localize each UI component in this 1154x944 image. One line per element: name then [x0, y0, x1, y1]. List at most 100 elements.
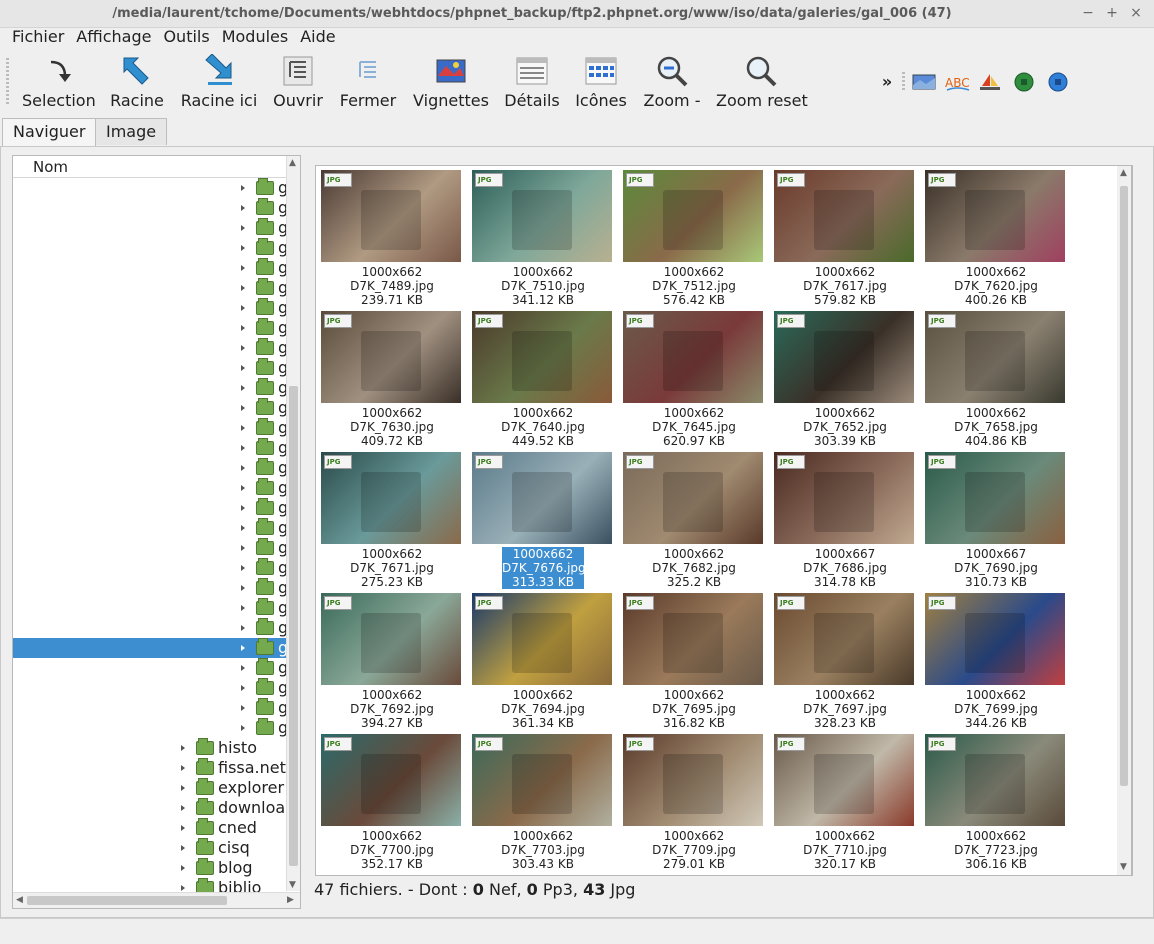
- tree-item-gallery[interactable]: g: [13, 338, 287, 358]
- details-button[interactable]: Détails: [504, 54, 560, 110]
- expand-arrow-icon[interactable]: [241, 625, 245, 631]
- tree-item-gallery[interactable]: g: [13, 718, 287, 738]
- tree-item-folder[interactable]: explorer: [13, 778, 287, 798]
- gallery-scroll-thumb[interactable]: [1120, 186, 1128, 786]
- tree-item-gallery[interactable]: g: [13, 458, 287, 478]
- expand-arrow-icon[interactable]: [181, 805, 185, 811]
- tree-item-gallery[interactable]: g: [13, 278, 287, 298]
- tree-scroll-thumb[interactable]: [289, 386, 298, 866]
- tree-item-gallery[interactable]: g: [13, 378, 287, 398]
- expand-arrow-icon[interactable]: [181, 865, 185, 871]
- thumbnail-item[interactable]: JPG 1000x667 D7K_7690.jpg 310.73 KB: [925, 452, 1067, 589]
- tree-item-gallery[interactable]: g: [13, 578, 287, 598]
- fermer-button[interactable]: Fermer: [338, 54, 398, 110]
- thumbnail-item[interactable]: JPG 1000x667 D7K_7686.jpg 314.78 KB: [774, 452, 916, 589]
- tree-item-gallery[interactable]: g: [13, 258, 287, 278]
- expand-arrow-icon[interactable]: [241, 705, 245, 711]
- tree-item-gallery[interactable]: g: [13, 198, 287, 218]
- toolbar-grip[interactable]: [6, 58, 9, 106]
- expand-arrow-icon[interactable]: [241, 385, 245, 391]
- tree-item-gallery[interactable]: g: [13, 698, 287, 718]
- expand-arrow-icon[interactable]: [241, 325, 245, 331]
- expand-arrow-icon[interactable]: [181, 785, 185, 791]
- folder-tree[interactable]: Nom gggggggggggggggggggggggggggghistofis…: [12, 155, 301, 909]
- expand-arrow-icon[interactable]: [181, 825, 185, 831]
- selection-button[interactable]: Selection: [22, 54, 96, 110]
- expand-arrow-icon[interactable]: [241, 445, 245, 451]
- green-dot-icon[interactable]: [1012, 72, 1036, 92]
- thumbnail-item[interactable]: JPG 1000x662 D7K_7658.jpg 404.86 KB: [925, 311, 1067, 448]
- sailboat-icon[interactable]: [978, 72, 1002, 92]
- gallery-scroll-down-arrow-icon[interactable]: ▼: [1120, 862, 1127, 872]
- tree-item-gallery[interactable]: g: [13, 418, 287, 438]
- expand-arrow-icon[interactable]: [241, 305, 245, 311]
- scroll-right-arrow-icon[interactable]: ▶: [287, 895, 294, 905]
- expand-arrow-icon[interactable]: [241, 585, 245, 591]
- thumbnail-item[interactable]: JPG 1000x662 D7K_7695.jpg 316.82 KB: [623, 593, 765, 730]
- thumbnail-item[interactable]: JPG 1000x662 D7K_7630.jpg 409.72 KB: [321, 311, 463, 448]
- gallery-vertical-scrollbar[interactable]: ▲ ▼: [1117, 165, 1132, 876]
- expand-arrow-icon[interactable]: [241, 485, 245, 491]
- thumbnail-gallery[interactable]: JPG 1000x662 D7K_7489.jpg 239.71 KB JPG 1000x…: [315, 165, 1133, 876]
- tree-item-gallery[interactable]: g: [13, 438, 287, 458]
- thumbnail-item[interactable]: JPG 1000x662 D7K_7710.jpg 320.17 KB: [774, 734, 916, 871]
- close-button[interactable]: ×: [1128, 5, 1144, 21]
- zoom-out-button[interactable]: Zoom -: [642, 54, 702, 110]
- tree-item-gallery[interactable]: g: [13, 358, 287, 378]
- tree-vertical-scrollbar[interactable]: ▲ ▼: [286, 156, 300, 891]
- tree-horizontal-scrollbar[interactable]: ◀ ▶: [13, 892, 300, 908]
- menu-affichage[interactable]: Affichage: [70, 27, 157, 47]
- expand-arrow-icon[interactable]: [181, 885, 185, 891]
- expand-arrow-icon[interactable]: [241, 345, 245, 351]
- thumbnail-item[interactable]: JPG 1000x662 D7K_7709.jpg 279.01 KB: [623, 734, 765, 871]
- ouvrir-button[interactable]: Ouvrir: [272, 54, 324, 110]
- tree-item-folder[interactable]: download: [13, 798, 287, 818]
- expand-arrow-icon[interactable]: [241, 225, 245, 231]
- expand-arrow-icon[interactable]: [241, 365, 245, 371]
- expand-arrow-icon[interactable]: [241, 465, 245, 471]
- thumbnail-item[interactable]: JPG 1000x662 D7K_7682.jpg 325.2 KB: [623, 452, 765, 589]
- thumbnail-item[interactable]: JPG 1000x662 D7K_7703.jpg 303.43 KB: [472, 734, 614, 871]
- expand-arrow-icon[interactable]: [181, 745, 185, 751]
- expand-arrow-icon[interactable]: [181, 765, 185, 771]
- tree-item-gallery[interactable]: g: [13, 218, 287, 238]
- expand-arrow-icon[interactable]: [241, 605, 245, 611]
- thumbnail-item[interactable]: JPG 1000x662 D7K_7510.jpg 341.12 KB: [472, 170, 614, 307]
- tree-item-gallery[interactable]: g: [13, 498, 287, 518]
- menu-outils[interactable]: Outils: [157, 27, 215, 47]
- expand-arrow-icon[interactable]: [241, 245, 245, 251]
- expand-arrow-icon[interactable]: [241, 265, 245, 271]
- maximize-button[interactable]: +: [1104, 5, 1120, 21]
- tree-item-gallery[interactable]: g: [13, 478, 287, 498]
- thumbnail-item[interactable]: JPG 1000x662 D7K_7671.jpg 275.23 KB: [321, 452, 463, 589]
- thumbnail-item[interactable]: JPG 1000x662 D7K_7640.jpg 449.52 KB: [472, 311, 614, 448]
- thumbnail-item[interactable]: JPG 1000x662 D7K_7723.jpg 306.16 KB: [925, 734, 1067, 871]
- racine-ici-button[interactable]: Racine ici: [180, 53, 258, 110]
- expand-arrow-icon[interactable]: [241, 405, 245, 411]
- expand-arrow-icon[interactable]: [241, 685, 245, 691]
- tree-item-gallery[interactable]: g: [13, 238, 287, 258]
- tree-item-folder[interactable]: histo: [13, 738, 287, 758]
- tree-item-gallery[interactable]: g: [13, 678, 287, 698]
- tree-item-gallery[interactable]: g: [13, 618, 287, 638]
- thumbnail-item[interactable]: JPG 1000x662 D7K_7700.jpg 352.17 KB: [321, 734, 463, 871]
- tree-item-gallery[interactable]: g: [13, 298, 287, 318]
- tree-hscroll-thumb[interactable]: [27, 896, 227, 905]
- blue-dot-icon[interactable]: [1046, 72, 1070, 92]
- thumbnail-item[interactable]: JPG 1000x662 D7K_7699.jpg 344.26 KB: [925, 593, 1067, 730]
- toolbar-overflow-button[interactable]: »: [880, 72, 894, 91]
- expand-arrow-icon[interactable]: [241, 285, 245, 291]
- tree-item-folder[interactable]: blog: [13, 858, 287, 878]
- thumbnail-item[interactable]: JPG 1000x662 D7K_7692.jpg 394.27 KB: [321, 593, 463, 730]
- expand-arrow-icon[interactable]: [241, 545, 245, 551]
- thumbnail-item[interactable]: JPG 1000x662 D7K_7617.jpg 579.82 KB: [774, 170, 916, 307]
- thumbnail-item[interactable]: JPG 1000x662 D7K_7645.jpg 620.97 KB: [623, 311, 765, 448]
- racine-button[interactable]: Racine: [108, 54, 166, 110]
- tree-item-folder[interactable]: cned: [13, 818, 287, 838]
- expand-arrow-icon[interactable]: [241, 665, 245, 671]
- tree-header-nom[interactable]: Nom: [13, 156, 287, 178]
- tree-item-gallery[interactable]: g: [13, 398, 287, 418]
- zoom-reset-button[interactable]: Zoom reset: [716, 54, 808, 110]
- thumbnail-item[interactable]: JPG 1000x662 D7K_7512.jpg 576.42 KB: [623, 170, 765, 307]
- scroll-up-arrow-icon[interactable]: ▲: [289, 158, 296, 168]
